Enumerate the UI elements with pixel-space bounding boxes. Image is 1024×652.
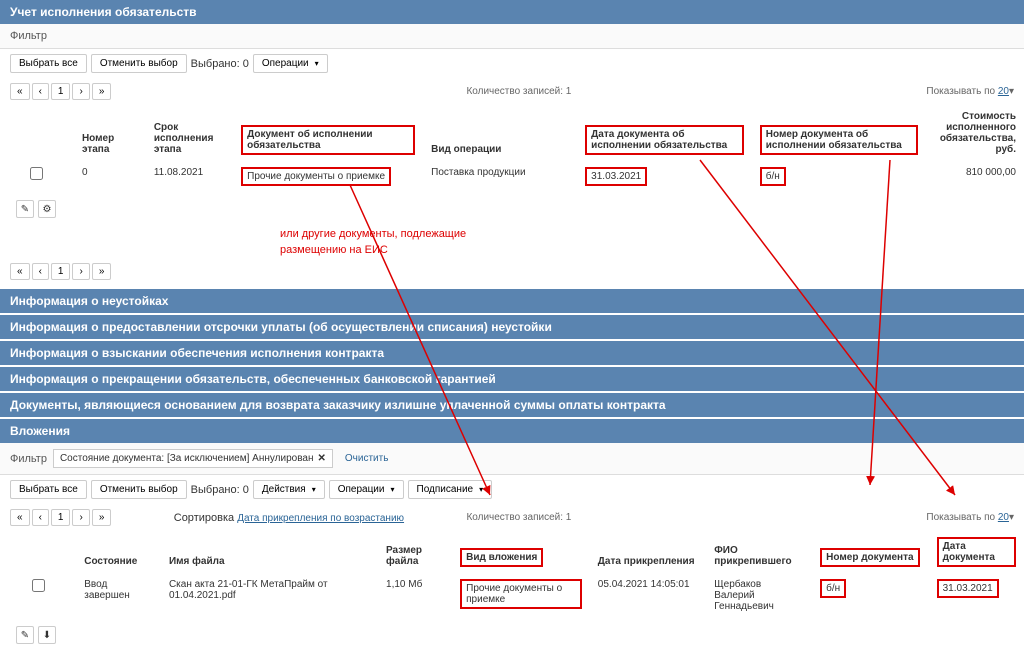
filter-label: Фильтр bbox=[10, 453, 47, 465]
selected-count: Выбрано: 0 bbox=[191, 58, 249, 70]
pager-first[interactable]: « bbox=[10, 509, 30, 526]
obligations-table: Номер этапа Срок исполнения этапа Докуме… bbox=[0, 105, 1024, 226]
select-all-button[interactable]: Выбрать все bbox=[10, 54, 87, 73]
cell-attached-by: Щербаков Валерий Геннадьевич bbox=[706, 573, 812, 618]
th-stage-num: Номер этапа bbox=[74, 105, 146, 161]
th-doc-date: Дата документа об исполнении обязательст… bbox=[577, 105, 752, 161]
operations-dropdown[interactable]: Операции bbox=[329, 480, 404, 499]
deselect-all-button[interactable]: Отменить выбор bbox=[91, 54, 187, 73]
th-doc-date: Дата документа bbox=[929, 531, 1024, 573]
annotation-line2: размещению на ЕИС bbox=[0, 242, 1024, 258]
cell-cost: 810 000,00 bbox=[926, 161, 1024, 192]
sort-label: Сортировка bbox=[174, 512, 234, 524]
pager-bottom: « ‹ 1 › » bbox=[10, 263, 111, 280]
pager-last[interactable]: » bbox=[92, 263, 112, 280]
section-header-collection[interactable]: Информация о взыскании обеспечения испол… bbox=[0, 341, 1024, 365]
cell-doc-num: б/н bbox=[812, 573, 928, 618]
show-count-link[interactable]: 20 bbox=[998, 86, 1009, 97]
pager-first[interactable]: « bbox=[10, 263, 30, 280]
th-attached-by: ФИО прикрепившего bbox=[706, 531, 812, 573]
download-icon[interactable]: ⬇ bbox=[38, 626, 56, 644]
section-header-deferral[interactable]: Информация о предоставлении отсрочки упл… bbox=[0, 315, 1024, 339]
record-count: Количество записей: 1 bbox=[466, 86, 571, 97]
section-header-refund[interactable]: Документы, являющиеся основанием для воз… bbox=[0, 393, 1024, 417]
operations-dropdown[interactable]: Операции bbox=[253, 54, 328, 73]
section-header-obligations: Учет исполнения обязательств bbox=[0, 0, 1024, 24]
sort-link[interactable]: Дата прикрепления по возрастанию bbox=[237, 513, 404, 524]
select-all-button[interactable]: Выбрать все bbox=[10, 480, 87, 499]
table-row: Ввод завершен Скан акта 21-01-ГК МетаПра… bbox=[0, 573, 1024, 618]
cell-attach-date: 05.04.2021 14:05:01 bbox=[590, 573, 706, 618]
row-checkbox[interactable] bbox=[30, 167, 43, 180]
pager-top: « ‹ 1 › » bbox=[10, 83, 111, 100]
cell-doc-num: б/н bbox=[752, 161, 927, 192]
table-row: 0 11.08.2021 Прочие документы о приемке … bbox=[0, 161, 1024, 192]
th-filename: Имя файла bbox=[161, 531, 378, 573]
cell-attach-type: Прочие документы о приемке bbox=[452, 573, 590, 618]
th-attach-date: Дата прикрепления bbox=[590, 531, 706, 573]
th-state: Состояние bbox=[76, 531, 161, 573]
pager-prev[interactable]: ‹ bbox=[32, 263, 49, 280]
sort-bar: « ‹ 1 › » Сортировка Дата прикрепления п… bbox=[0, 504, 1024, 531]
cell-state: Ввод завершен bbox=[76, 573, 161, 618]
edit-icon[interactable]: ✎ bbox=[16, 626, 34, 644]
pager-next[interactable]: › bbox=[72, 509, 89, 526]
show-count-link[interactable]: 20 bbox=[998, 512, 1009, 523]
actions-dropdown[interactable]: Действия bbox=[253, 480, 325, 499]
clear-filter-link[interactable]: Очистить bbox=[345, 453, 389, 464]
selected-count: Выбрано: 0 bbox=[191, 484, 249, 496]
cell-filesize: 1,10 Мб bbox=[378, 573, 452, 618]
pager-prev[interactable]: ‹ bbox=[32, 509, 49, 526]
cell-doc-exec: Прочие документы о приемке bbox=[233, 161, 423, 192]
pager-prev[interactable]: ‹ bbox=[32, 83, 49, 100]
gear-icon[interactable]: ⚙ bbox=[38, 200, 56, 218]
th-stage-date: Срок исполнения этапа bbox=[146, 105, 233, 161]
attachments-table: Состояние Имя файла Размер файла Вид вло… bbox=[0, 531, 1024, 652]
pager-first[interactable]: « bbox=[10, 83, 30, 100]
record-count-att: Количество записей: 1 bbox=[466, 512, 571, 523]
annotation-line1: или другие документы, подлежащие bbox=[0, 226, 1024, 242]
cell-doc-date: 31.03.2021 bbox=[577, 161, 752, 192]
deselect-all-button[interactable]: Отменить выбор bbox=[91, 480, 187, 499]
pager-bar-1: « ‹ 1 › » Количество записей: 1 Показыва… bbox=[0, 78, 1024, 105]
filter-chip-state[interactable]: Состояние документа: [За исключением] Ан… bbox=[53, 449, 333, 468]
cell-filename: Скан акта 21-01-ГК МетаПрайм от 01.04.20… bbox=[161, 573, 378, 618]
pager-next[interactable]: › bbox=[72, 263, 89, 280]
filter-bar-1: Фильтр bbox=[0, 24, 1024, 49]
th-op-type: Вид операции bbox=[423, 105, 577, 161]
toolbar-1: Выбрать все Отменить выбор Выбрано: 0 Оп… bbox=[0, 49, 1024, 78]
cell-doc-date: 31.03.2021 bbox=[929, 573, 1024, 618]
pager-next[interactable]: › bbox=[72, 83, 89, 100]
show-per-page-att: Показывать по 20▾ bbox=[926, 512, 1014, 523]
th-doc-num: Номер документа bbox=[812, 531, 928, 573]
filter-label: Фильтр bbox=[10, 30, 47, 42]
section-header-attachments: Вложения bbox=[0, 419, 1024, 443]
pager-page-1[interactable]: 1 bbox=[51, 263, 71, 280]
pager-att-top: « ‹ 1 › » bbox=[10, 509, 111, 526]
pager-last[interactable]: » bbox=[92, 83, 112, 100]
pager-last[interactable]: » bbox=[92, 509, 112, 526]
cell-op-type: Поставка продукции bbox=[423, 161, 577, 192]
cell-stage-num: 0 bbox=[74, 161, 146, 192]
cell-stage-date: 11.08.2021 bbox=[146, 161, 233, 192]
row-checkbox[interactable] bbox=[32, 579, 45, 592]
th-doc-exec: Документ об исполнении обязательства bbox=[233, 105, 423, 161]
pager-bar-bottom-1: « ‹ 1 › » bbox=[0, 258, 1024, 285]
show-per-page: Показывать по 20▾ bbox=[926, 86, 1014, 97]
section-header-termination[interactable]: Информация о прекращении обязательств, о… bbox=[0, 367, 1024, 391]
th-filesize: Размер файла bbox=[378, 531, 452, 573]
th-cost: Стоимость исполненного обязательства, ру… bbox=[926, 105, 1024, 161]
section-header-penalty[interactable]: Информация о неустойках bbox=[0, 289, 1024, 313]
edit-icon[interactable]: ✎ bbox=[16, 200, 34, 218]
pager-page-1[interactable]: 1 bbox=[51, 509, 71, 526]
signing-dropdown[interactable]: Подписание bbox=[408, 480, 493, 499]
pager-page-1[interactable]: 1 bbox=[51, 83, 71, 100]
filter-bar-attachments: Фильтр Состояние документа: [За исключен… bbox=[0, 443, 1024, 475]
th-doc-num: Номер документа об исполнении обязательс… bbox=[752, 105, 927, 161]
chip-remove-icon[interactable]: ✕ bbox=[318, 453, 326, 464]
toolbar-attachments: Выбрать все Отменить выбор Выбрано: 0 Де… bbox=[0, 475, 1024, 504]
th-attach-type: Вид вложения bbox=[452, 531, 590, 573]
